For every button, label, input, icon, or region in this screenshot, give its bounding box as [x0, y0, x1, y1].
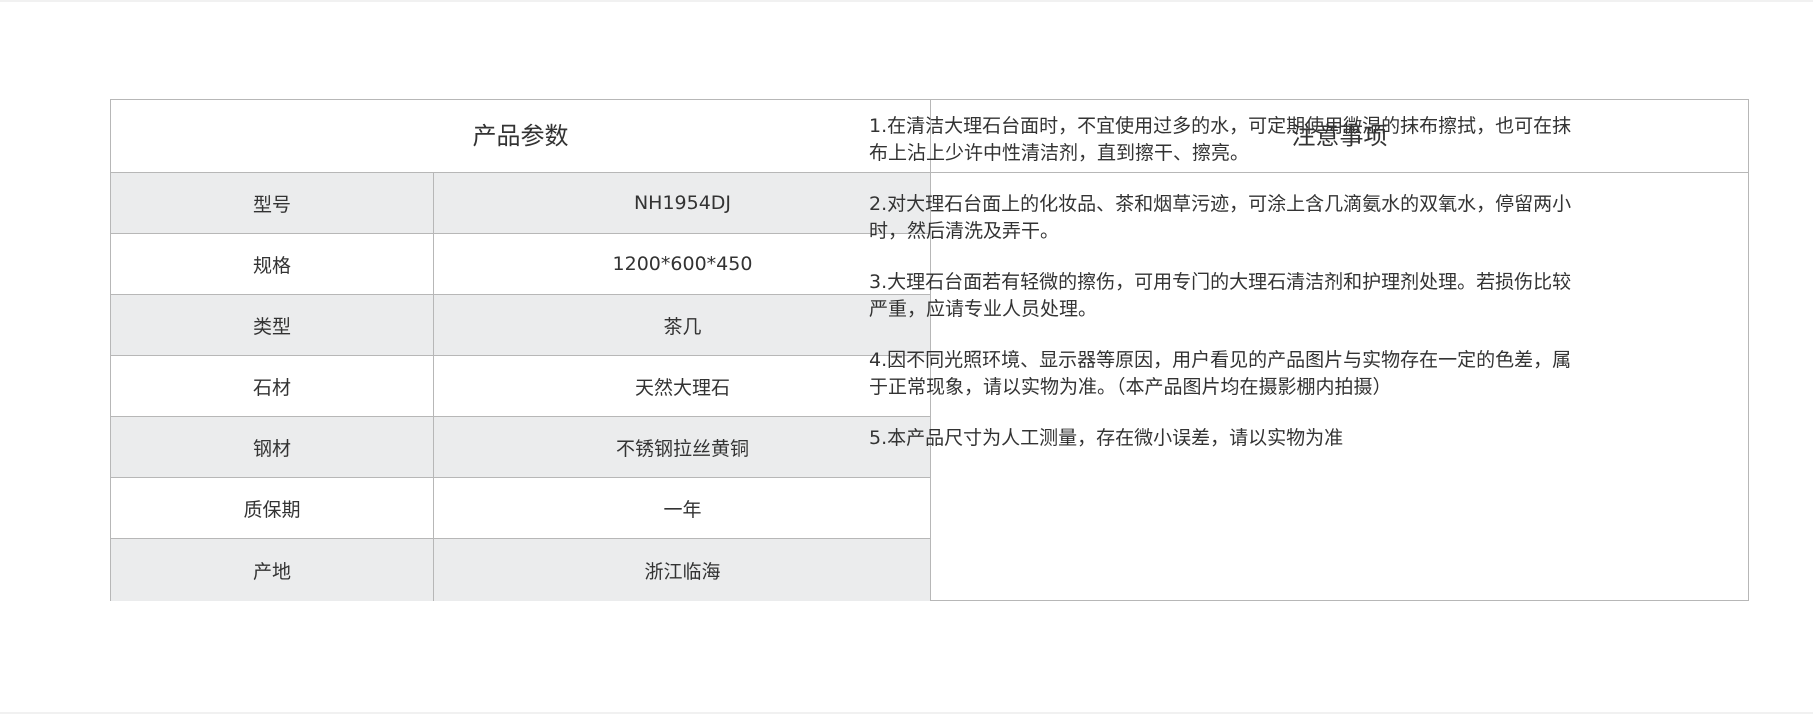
- param-row-warranty: 质保期 一年: [111, 478, 930, 539]
- params-table: 型号 NH1954DJ 规格 1200*600*450 类型 茶几 石材 天然大…: [111, 173, 930, 601]
- notes-list: 1.在清洁大理石台面时，不宜使用过多的水，可定期使用微湿的抹布擦拭，也可在抹布上…: [869, 113, 1583, 476]
- param-value: 浙江临海: [644, 560, 721, 583]
- note-item: 4.因不同光照环境、显示器等原因，用户看见的产品图片与实物存在一定的色差，属于正…: [869, 349, 1572, 398]
- param-key: 钢材: [111, 417, 434, 477]
- param-value: 一年: [663, 498, 702, 521]
- param-row-type: 类型 茶几: [111, 295, 930, 356]
- param-key: 规格: [111, 234, 434, 294]
- param-value: 不锈钢拉丝黄铜: [615, 437, 749, 460]
- param-value: 天然大理石: [634, 376, 730, 399]
- param-value: NH1954DJ: [633, 192, 732, 214]
- top-divider: [0, 0, 1813, 2]
- param-row-steel: 钢材 不锈钢拉丝黄铜: [111, 417, 930, 478]
- param-row-stone: 石材 天然大理石: [111, 356, 930, 417]
- param-key: 石材: [111, 356, 434, 416]
- note-item: 5.本产品尺寸为人工测量，存在微小误差，请以实物为准: [869, 427, 1344, 449]
- param-value: 1200*600*450: [612, 253, 753, 275]
- param-key: 型号: [111, 173, 434, 233]
- param-value: 茶几: [663, 315, 702, 338]
- param-row-origin: 产地 浙江临海: [111, 539, 930, 601]
- param-row-model: 型号 NH1954DJ: [111, 173, 930, 234]
- param-row-size: 规格 1200*600*450: [111, 234, 930, 295]
- note-item: 3.大理石台面若有轻微的擦伤，可用专门的大理石清洁剂和护理剂处理。若损伤比较严重…: [869, 271, 1572, 320]
- param-key: 产地: [111, 539, 434, 601]
- param-key: 质保期: [111, 478, 434, 538]
- note-item: 2.对大理石台面上的化妆品、茶和烟草污迹，可涂上含几滴氨水的双氧水，停留两小时，…: [869, 193, 1572, 242]
- param-key: 类型: [111, 295, 434, 355]
- params-heading: 产品参数: [472, 122, 569, 150]
- note-item: 1.在清洁大理石台面时，不宜使用过多的水，可定期使用微湿的抹布擦拭，也可在抹布上…: [869, 115, 1572, 164]
